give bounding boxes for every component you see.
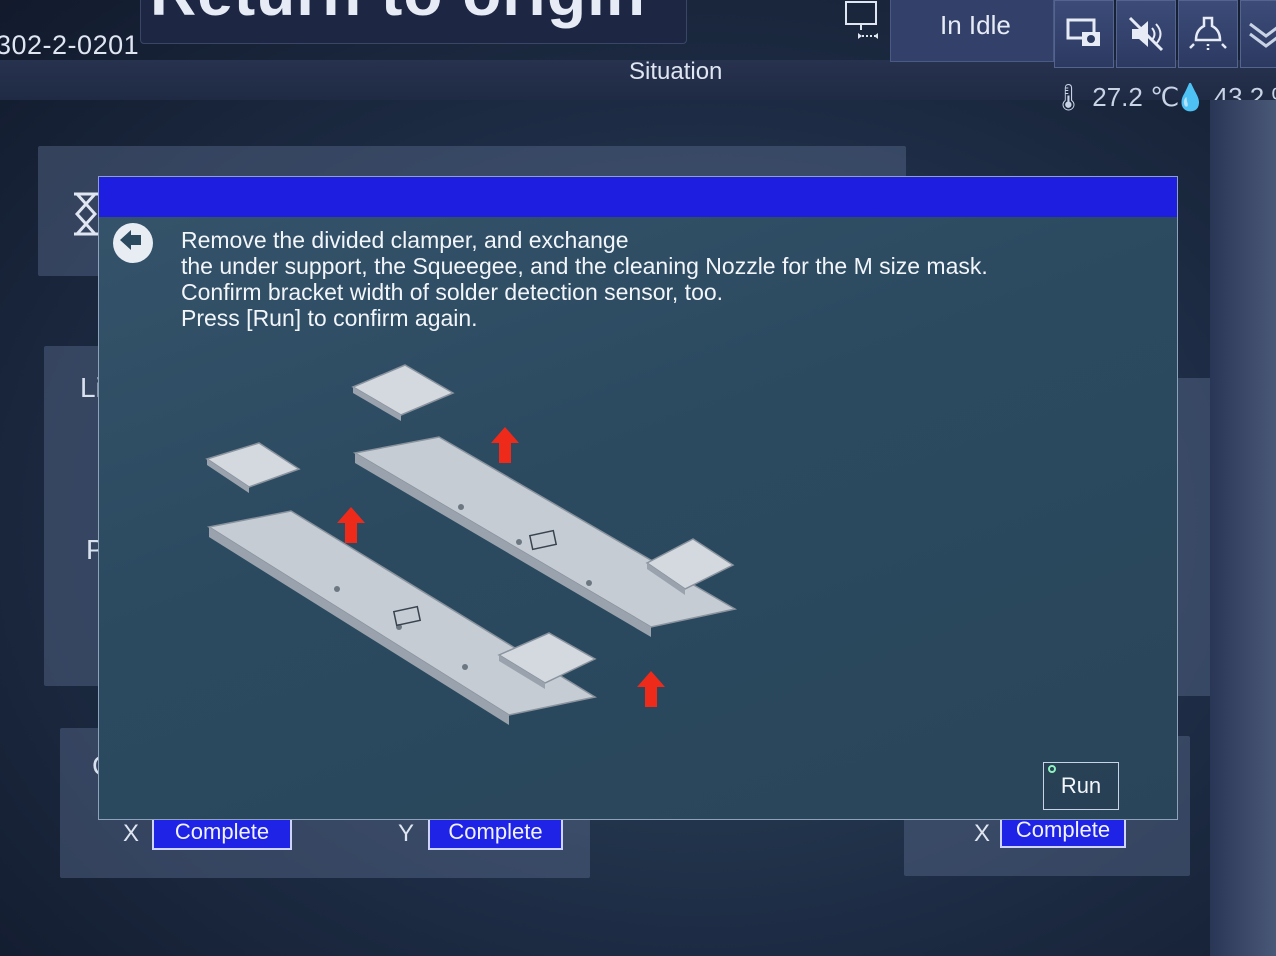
machine-id: 302-2-0201	[0, 30, 140, 60]
screen-camera-button[interactable]	[1054, 0, 1114, 68]
axis-label-y: Y	[398, 820, 415, 847]
return-arrow-icon	[113, 223, 153, 263]
run-button-label: Run	[1060, 773, 1102, 798]
collapse-chevron-icon	[1249, 22, 1276, 48]
humidity-icon: 💧	[1174, 82, 1207, 112]
message-line-3: Confirm bracket width of solder detectio…	[181, 279, 724, 305]
message-line-4: Press [Run] to confirm again.	[181, 305, 478, 331]
axis-label-x2: X	[974, 820, 991, 847]
lamp-icon	[1189, 16, 1227, 50]
lift-arrow-4	[637, 671, 665, 707]
lift-arrow-1	[491, 427, 519, 463]
monitor-sync-icon[interactable]	[840, 0, 886, 44]
clamper-plate-1	[351, 364, 455, 416]
dialog-titlebar	[99, 177, 1177, 217]
run-button[interactable]: Run	[1043, 762, 1119, 810]
message-line-1: Remove the divided clamper, and exchange	[181, 227, 629, 253]
temperature-value: 27.2 ℃	[1092, 82, 1180, 112]
screen-bezel	[1210, 100, 1276, 956]
mute-button[interactable]	[1116, 0, 1176, 68]
screen-camera-icon	[1066, 18, 1100, 46]
hourglass-icon	[74, 192, 98, 236]
temperature-readout: 🌡 27.2 ℃	[1052, 82, 1179, 113]
message-line-2: the under support, the Squeegee, and the…	[181, 253, 988, 279]
page-title: Return to origin	[150, 0, 646, 30]
axis-label-x1: X	[123, 820, 140, 847]
clamper-plate-2	[205, 442, 301, 488]
situation-label: Situation	[629, 58, 723, 85]
clamper-exchange-illustration	[205, 364, 738, 725]
collapse-button[interactable]	[1240, 0, 1276, 68]
run-indicator-icon	[1048, 765, 1056, 773]
thermometer-icon: 🌡	[1052, 82, 1086, 112]
instruction-dialog: Remove the divided clamper, and exchange…	[98, 176, 1178, 820]
mute-icon	[1128, 16, 1164, 52]
status-text: In Idle	[940, 10, 1011, 40]
lift-arrow-2	[337, 507, 365, 543]
lamp-button[interactable]	[1178, 0, 1238, 68]
